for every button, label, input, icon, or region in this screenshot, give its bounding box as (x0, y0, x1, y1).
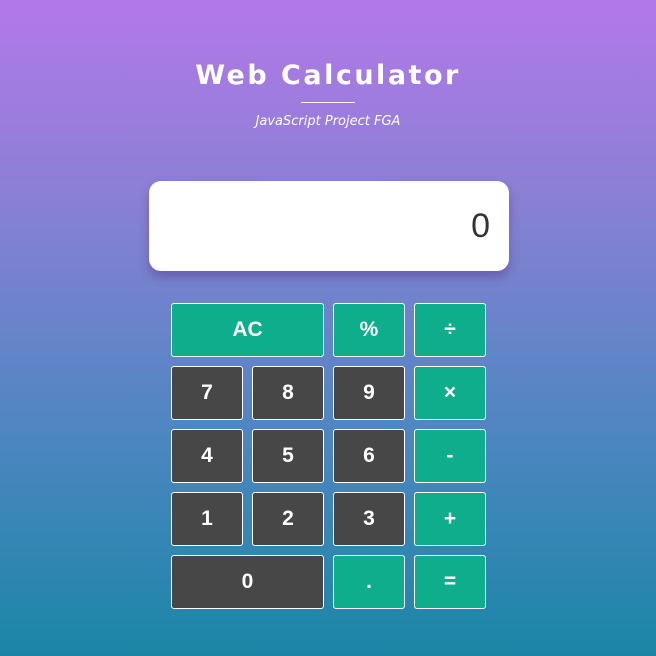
digit-2-button[interactable]: 2 (252, 492, 324, 546)
digit-4-button[interactable]: 4 (171, 429, 243, 483)
multiply-button[interactable]: × (414, 366, 486, 420)
digit-9-button[interactable]: 9 (333, 366, 405, 420)
digit-1-button[interactable]: 1 (171, 492, 243, 546)
add-button[interactable]: + (414, 492, 486, 546)
digit-6-button[interactable]: 6 (333, 429, 405, 483)
digit-0-button[interactable]: 0 (171, 555, 324, 609)
page-header: Web Calculator JavaScript Project FGA (0, 56, 656, 130)
digit-5-button[interactable]: 5 (252, 429, 324, 483)
equals-button[interactable]: = (414, 555, 486, 609)
title-divider (301, 102, 355, 103)
calculator-keypad: AC % ÷ 7 8 9 × 4 5 6 - 1 2 3 + 0 . = (171, 303, 486, 609)
clear-button[interactable]: AC (171, 303, 324, 357)
digit-7-button[interactable]: 7 (171, 366, 243, 420)
decimal-button[interactable]: . (333, 555, 405, 609)
page-subtitle: JavaScript Project FGA (255, 114, 401, 129)
digit-8-button[interactable]: 8 (252, 366, 324, 420)
subtract-button[interactable]: - (414, 429, 486, 483)
digit-3-button[interactable]: 3 (333, 492, 405, 546)
percent-button[interactable]: % (333, 303, 405, 357)
display-value: 0 (471, 206, 490, 245)
calculator-display: 0 (149, 181, 509, 271)
divide-button[interactable]: ÷ (414, 303, 486, 357)
page-title: Web Calculator (195, 60, 461, 91)
